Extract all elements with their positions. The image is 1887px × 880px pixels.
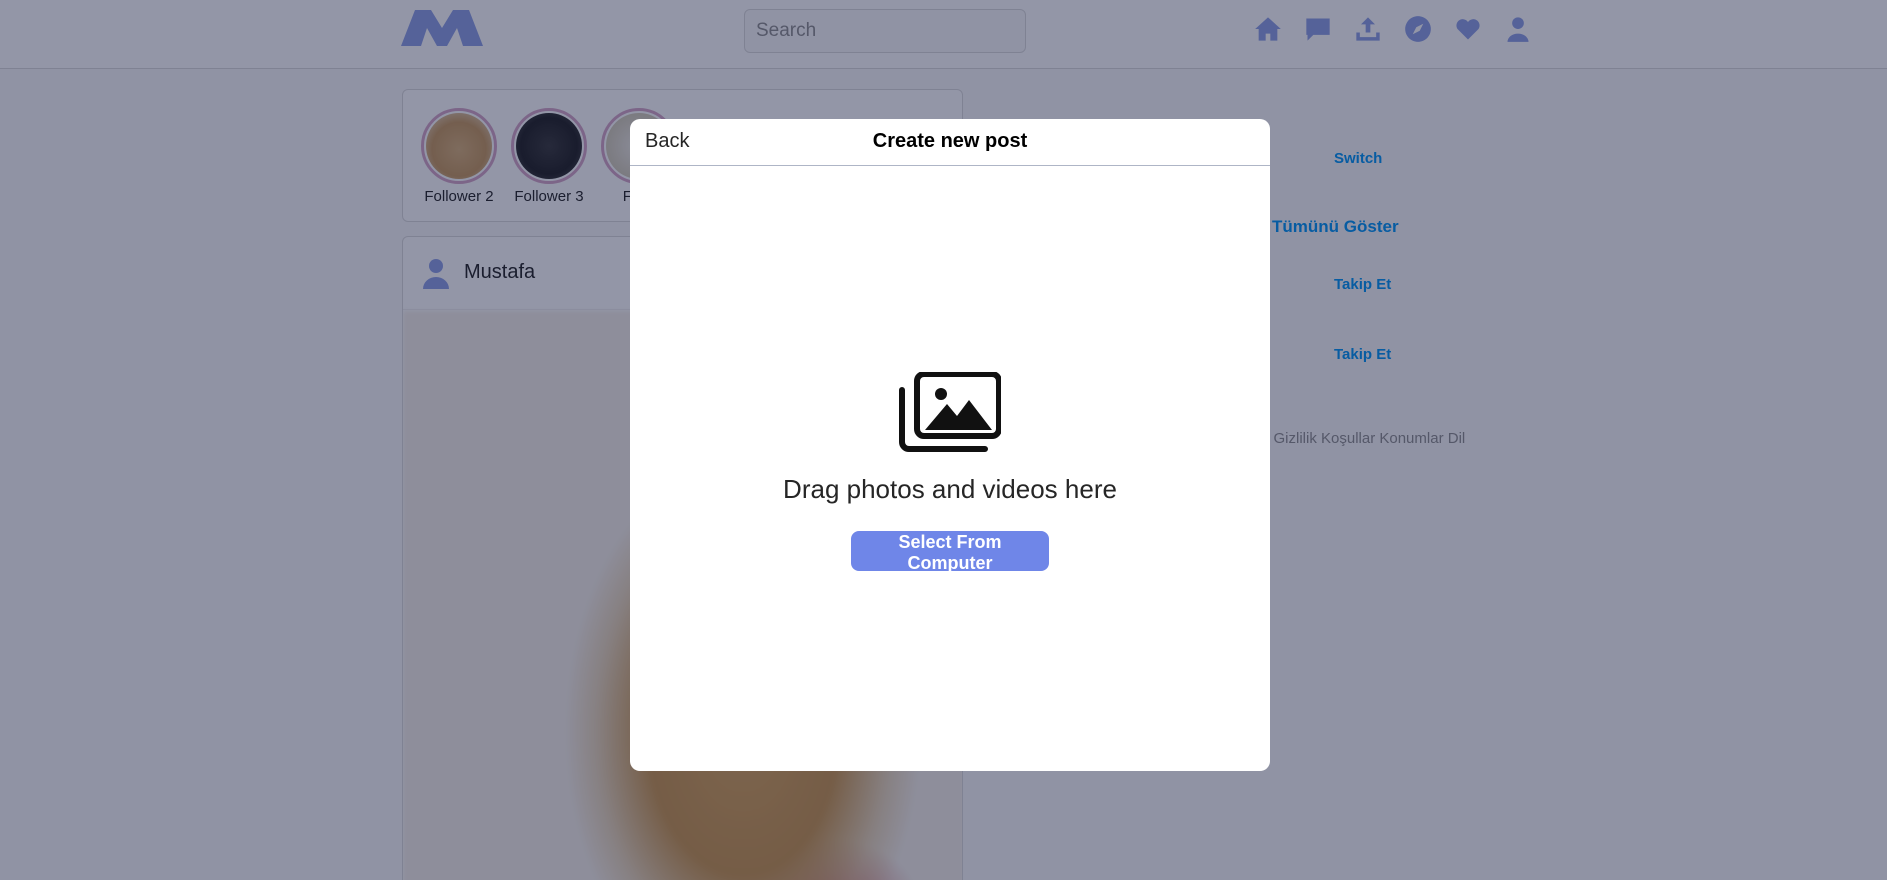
select-from-computer-button[interactable]: Select From Computer	[851, 531, 1049, 573]
modal-title: Create new post	[872, 130, 1028, 152]
modal-header: Back Create new post	[630, 119, 1270, 166]
create-post-modal: Back Create new post Drag photos and vid…	[630, 119, 1270, 771]
drag-drop-message: Drag photos and videos here	[783, 474, 1117, 504]
media-gallery-icon	[899, 371, 1002, 452]
